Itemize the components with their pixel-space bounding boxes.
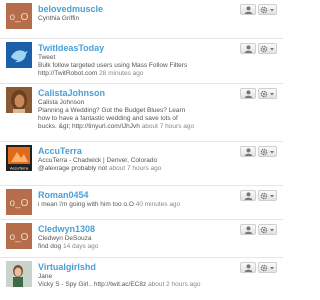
svg-text:o_O: o_O (10, 198, 29, 209)
user-detail-text: http://TwitRobot.com (38, 70, 98, 77)
person-icon (244, 147, 253, 156)
user-info: Cledwyn1308 Cledwyn DeSouza find dog 14 da… (38, 224, 231, 251)
user-detail-line: Bulk follow targeted users using Mass Fo… (38, 62, 188, 69)
timestamp: 14 days ago (62, 243, 99, 250)
user-detail-text: Vicky S - Spy Girl.. http://twit.ac/EC8z (38, 281, 147, 288)
user-info: belovedmuscle Cynthia Griffin (38, 4, 231, 23)
person-icon (244, 263, 253, 272)
user-detail-line: bucks. &gt; http://tinyurl.com/lJhJvh ab… (38, 123, 231, 131)
user-detail-line: Tweet (38, 54, 56, 61)
user-list: o_O belovedmuscle Cynthia Griffin TwitIdeas… (0, 0, 283, 300)
user-info: Roman0454 i mean i'm going with him too o… (38, 190, 231, 209)
actions-dropdown-button[interactable] (258, 224, 277, 235)
list-item: AccuTerra AccuTerra AccuTerra - Chadwick |… (0, 141, 283, 185)
timestamp: about 7 hours ago (108, 165, 162, 172)
gear-icon (260, 192, 275, 200)
avatar[interactable] (6, 261, 32, 287)
user-detail-text: bucks. &gt; http://tinyurl.com/lJhJvh (38, 123, 140, 130)
follow-button[interactable] (240, 43, 256, 54)
user-detail-text: i mean i'm going with him too o.O (38, 201, 134, 208)
follow-button[interactable] (240, 4, 256, 15)
user-detail-line: Jane (38, 273, 53, 280)
timestamp: 40 minutes ago (135, 201, 181, 208)
actions-dropdown-button[interactable] (258, 88, 277, 99)
user-detail-line: AccuTerra - Chadwick | Denver, Colorado (38, 157, 158, 164)
avatar[interactable]: o_O (6, 189, 32, 215)
user-detail-line: Vicky S - Spy Girl.. http://twit.ac/EC8z… (38, 281, 231, 289)
row-actions (240, 224, 277, 235)
list-item: o_O Cledwyn1308 Cledwyn DeSouza find dog 14… (0, 219, 283, 257)
avatar[interactable] (6, 42, 32, 68)
user-detail-line: how to have a fantastic wedding and save… (38, 115, 178, 122)
avatar[interactable]: o_O (6, 3, 32, 29)
row-actions (240, 88, 277, 99)
user-detail-line: @alexrage probably not about 7 hours ago (38, 165, 231, 173)
actions-dropdown-button[interactable] (258, 262, 277, 273)
actions-dropdown-button[interactable] (258, 4, 277, 15)
timestamp: about 2 hours ago (148, 281, 201, 288)
actions-dropdown-button[interactable] (258, 43, 277, 54)
user-detail-line: Calista Johnson (38, 99, 85, 106)
username-link[interactable]: TwitIdeasToday (38, 43, 231, 54)
user-detail-line: find dog 14 days ago (38, 243, 231, 251)
row-actions (240, 146, 277, 157)
avatar[interactable]: o_O (6, 223, 32, 249)
person-icon (244, 225, 253, 234)
list-item: TwitIdeasToday Tweet Bulk follow targeted … (0, 38, 283, 83)
svg-text:o_O: o_O (10, 232, 29, 243)
gear-icon (260, 90, 275, 98)
user-detail-line: Planning a Wedding? Got the Budget Blues… (38, 107, 186, 114)
row-actions (240, 190, 277, 201)
gear-icon (260, 6, 275, 14)
row-actions (240, 43, 277, 54)
avatar[interactable]: AccuTerra (6, 145, 32, 171)
svg-text:o_O: o_O (10, 12, 29, 23)
follow-button[interactable] (240, 262, 256, 273)
person-icon (244, 44, 253, 53)
gear-icon (260, 264, 275, 272)
user-info: Virtualgirlshd Jane Vicky S - Spy Girl.. h… (38, 262, 231, 289)
person-icon (244, 89, 253, 98)
user-info: CalistaJohnson Calista Johnson Planning a … (38, 88, 231, 131)
list-item: Virtualgirlshd Jane Vicky S - Spy Girl.. h… (0, 257, 283, 300)
actions-dropdown-button[interactable] (258, 146, 277, 157)
svg-text:AccuTerra: AccuTerra (10, 166, 29, 171)
list-item: o_O Roman0454 i mean i'm going with him to… (0, 185, 283, 219)
gear-icon (260, 226, 275, 234)
avatar[interactable] (6, 87, 32, 113)
username-link[interactable]: belovedmuscle (38, 4, 231, 15)
user-info: TwitIdeasToday Tweet Bulk follow targeted … (38, 43, 231, 78)
gear-icon (260, 148, 275, 156)
follow-button[interactable] (240, 190, 256, 201)
user-detail-line: http://TwitRobot.com 28 minutes ago (38, 70, 231, 78)
follow-button[interactable] (240, 88, 256, 99)
list-item: o_O belovedmuscle Cynthia Griffin (0, 0, 283, 38)
user-detail-text: find dog (38, 243, 62, 250)
user-info: AccuTerra AccuTerra - Chadwick | Denver, … (38, 146, 231, 173)
actions-dropdown-button[interactable] (258, 190, 277, 201)
username-link[interactable]: CalistaJohnson (38, 88, 231, 99)
list-item: CalistaJohnson Calista Johnson Planning a … (0, 83, 283, 141)
person-icon (244, 5, 253, 14)
username-link[interactable]: Cledwyn1308 (38, 224, 231, 235)
user-detail-line: Cynthia Griffin (38, 15, 80, 22)
username-link[interactable]: Roman0454 (38, 190, 231, 201)
username-link[interactable]: Virtualgirlshd (38, 262, 231, 273)
user-detail-text: @alexrage probably not (38, 165, 108, 172)
username-link[interactable]: AccuTerra (38, 146, 231, 157)
follow-button[interactable] (240, 146, 256, 157)
user-detail-line: Cledwyn DeSouza (38, 235, 92, 242)
row-actions (240, 4, 277, 15)
user-detail-line: i mean i'm going with him too o.O 40 min… (38, 201, 231, 209)
gear-icon (260, 45, 275, 53)
follow-button[interactable] (240, 224, 256, 235)
timestamp: 28 minutes ago (99, 70, 144, 77)
row-actions (240, 262, 277, 273)
person-icon (244, 191, 253, 200)
timestamp: about 7 hours ago (141, 123, 195, 130)
